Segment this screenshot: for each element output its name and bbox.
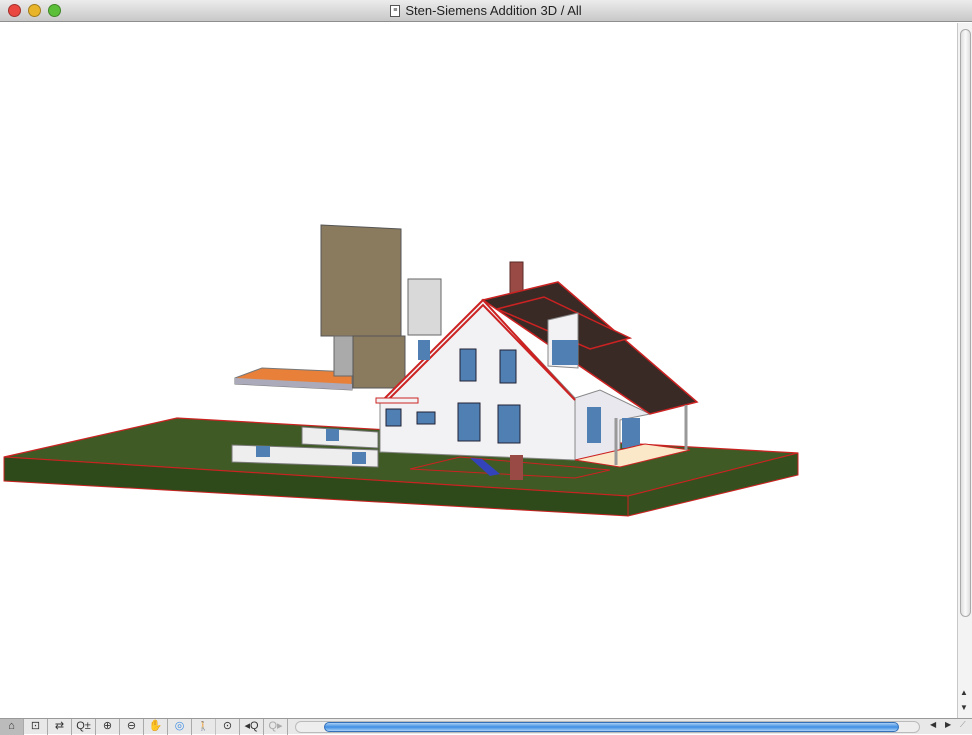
zoom-out-icon[interactable]: ⊖ — [120, 718, 144, 735]
3d-window-icon[interactable]: ⌂ — [0, 718, 24, 735]
vertical-scroll-thumb[interactable] — [960, 29, 971, 617]
scroll-right-arrow[interactable]: ▶ — [945, 720, 951, 729]
fit-in-window-icon[interactable]: ⊙ — [216, 718, 240, 735]
zoom-plus-minus-icon[interactable]: Q± — [72, 718, 96, 735]
scroll-up-arrow[interactable]: ▲ — [960, 688, 968, 697]
close-button[interactable] — [8, 4, 21, 17]
zoom-in-icon[interactable]: ⊕ — [96, 718, 120, 735]
title-bar: ≡ Sten-Siemens Addition 3D / All — [0, 0, 972, 22]
scroll-down-arrow[interactable]: ▼ — [960, 703, 968, 712]
tall-brick-panel — [320, 224, 402, 337]
minimize-button[interactable] — [28, 4, 41, 17]
3d-viewport[interactable] — [0, 23, 957, 718]
zoom-area-icon[interactable]: ⊡ — [24, 718, 48, 735]
3d-model — [3, 224, 799, 517]
navigator-preview-icon[interactable]: ⇄ — [48, 718, 72, 735]
zoom-button[interactable] — [48, 4, 61, 17]
window-title: Sten-Siemens Addition 3D / All — [405, 3, 582, 18]
next-zoom-icon[interactable]: Q▸ — [264, 718, 288, 735]
previous-zoom-icon[interactable]: ◂Q — [240, 718, 264, 735]
horizontal-scroll-thumb[interactable] — [324, 722, 899, 732]
walk-icon[interactable]: 🚶 — [192, 718, 216, 735]
resize-grip-icon[interactable]: ⟋ — [960, 720, 966, 730]
scroll-left-arrow[interactable]: ◀ — [930, 720, 936, 729]
horizontal-scrollbar[interactable] — [295, 721, 920, 733]
navigation-toolbar: ⌂ ⊡ ⇄ Q± ⊕ ⊖ ✋ ◎ 🚶 ⊙ ◂Q Q▸ ◀ ▶ ⟋ — [0, 718, 972, 735]
document-icon: ≡ — [390, 4, 401, 17]
orbit-icon[interactable]: ◎ — [168, 718, 192, 735]
vertical-scrollbar[interactable]: ▲ ▼ — [957, 23, 972, 718]
pan-hand-icon[interactable]: ✋ — [144, 718, 168, 735]
